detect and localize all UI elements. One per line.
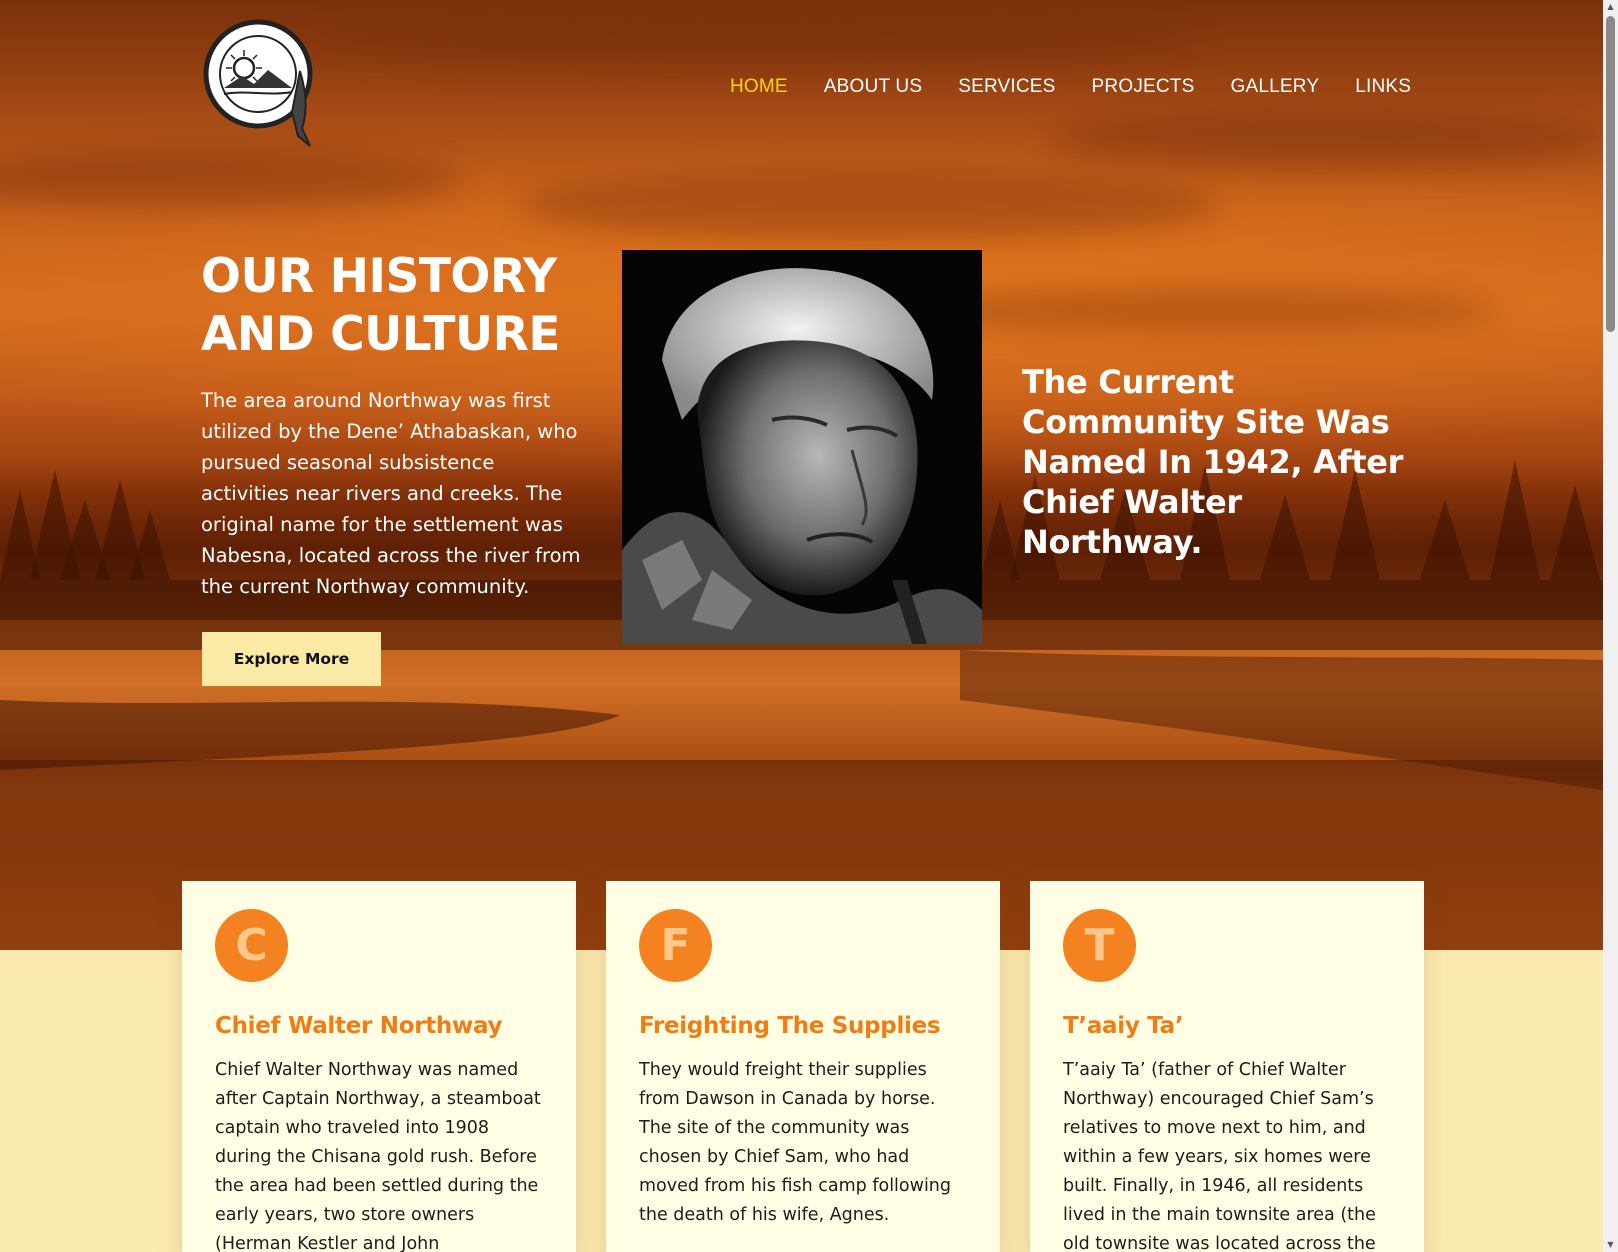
- nav-gallery[interactable]: GALLERY: [1231, 76, 1320, 98]
- card-title: Freighting The Supplies: [639, 1013, 941, 1039]
- card-title: T’aaiy Ta’: [1063, 1013, 1184, 1039]
- card-text: Chief Walter Northway was named after Ca…: [215, 1060, 541, 1252]
- hero-description: The area around Northway was first utili…: [201, 389, 581, 598]
- history-card: C Chief Walter Northway Chief Walter Nor…: [182, 881, 576, 1252]
- explore-more-button[interactable]: Explore More: [202, 632, 381, 686]
- history-card: F Freighting The Supplies They would fre…: [606, 881, 1000, 1252]
- scrollbar-thumb[interactable]: [1606, 16, 1615, 332]
- card-letter-badge: F: [639, 909, 712, 982]
- card-text: They would freight their supplies from D…: [639, 1060, 952, 1225]
- card-title: Chief Walter Northway: [215, 1013, 503, 1039]
- chief-portrait-image: [622, 250, 982, 644]
- scroll-down-icon[interactable]: ▼: [1603, 1238, 1618, 1252]
- history-card: T T’aaiy Ta’ T’aaiy Ta’ (father of Chief…: [1030, 881, 1424, 1252]
- nav-home[interactable]: HOME: [730, 76, 788, 98]
- history-cards: C Chief Walter Northway Chief Walter Nor…: [182, 881, 1424, 1252]
- hero-subtitle: The Current Community Site Was Named In …: [1022, 363, 1404, 561]
- sky-cloud: [0, 150, 460, 210]
- nav-projects[interactable]: PROJECTS: [1092, 76, 1195, 98]
- card-letter-badge: T: [1063, 909, 1136, 982]
- hero-title: OUR HISTORY AND CULTURE: [201, 248, 591, 364]
- hero-section: HOME ABOUT US SERVICES PROJECTS GALLERY …: [0, 0, 1603, 950]
- nav-links[interactable]: LINKS: [1355, 76, 1411, 98]
- sky-cloud: [300, 20, 1200, 70]
- sky-cloud: [520, 170, 1220, 240]
- nav-services[interactable]: SERVICES: [958, 76, 1055, 98]
- council-seal-logo[interactable]: [202, 16, 320, 152]
- card-letter-badge: C: [215, 909, 288, 982]
- sky-cloud: [1050, 110, 1603, 170]
- hero-title-line: AND CULTURE: [201, 307, 560, 362]
- page-scrollbar[interactable]: ▲ ▼: [1603, 0, 1618, 1252]
- main-navigation: HOME ABOUT US SERVICES PROJECTS GALLERY …: [730, 76, 1447, 98]
- scroll-up-icon[interactable]: ▲: [1603, 0, 1618, 14]
- water-reflection: [0, 760, 1603, 830]
- card-text: T’aaiy Ta’ (father of Chief Walter North…: [1063, 1060, 1376, 1252]
- sky-cloud: [900, 290, 1500, 330]
- nav-about-us[interactable]: ABOUT US: [824, 76, 922, 98]
- hero-title-line: OUR HISTORY: [201, 249, 557, 304]
